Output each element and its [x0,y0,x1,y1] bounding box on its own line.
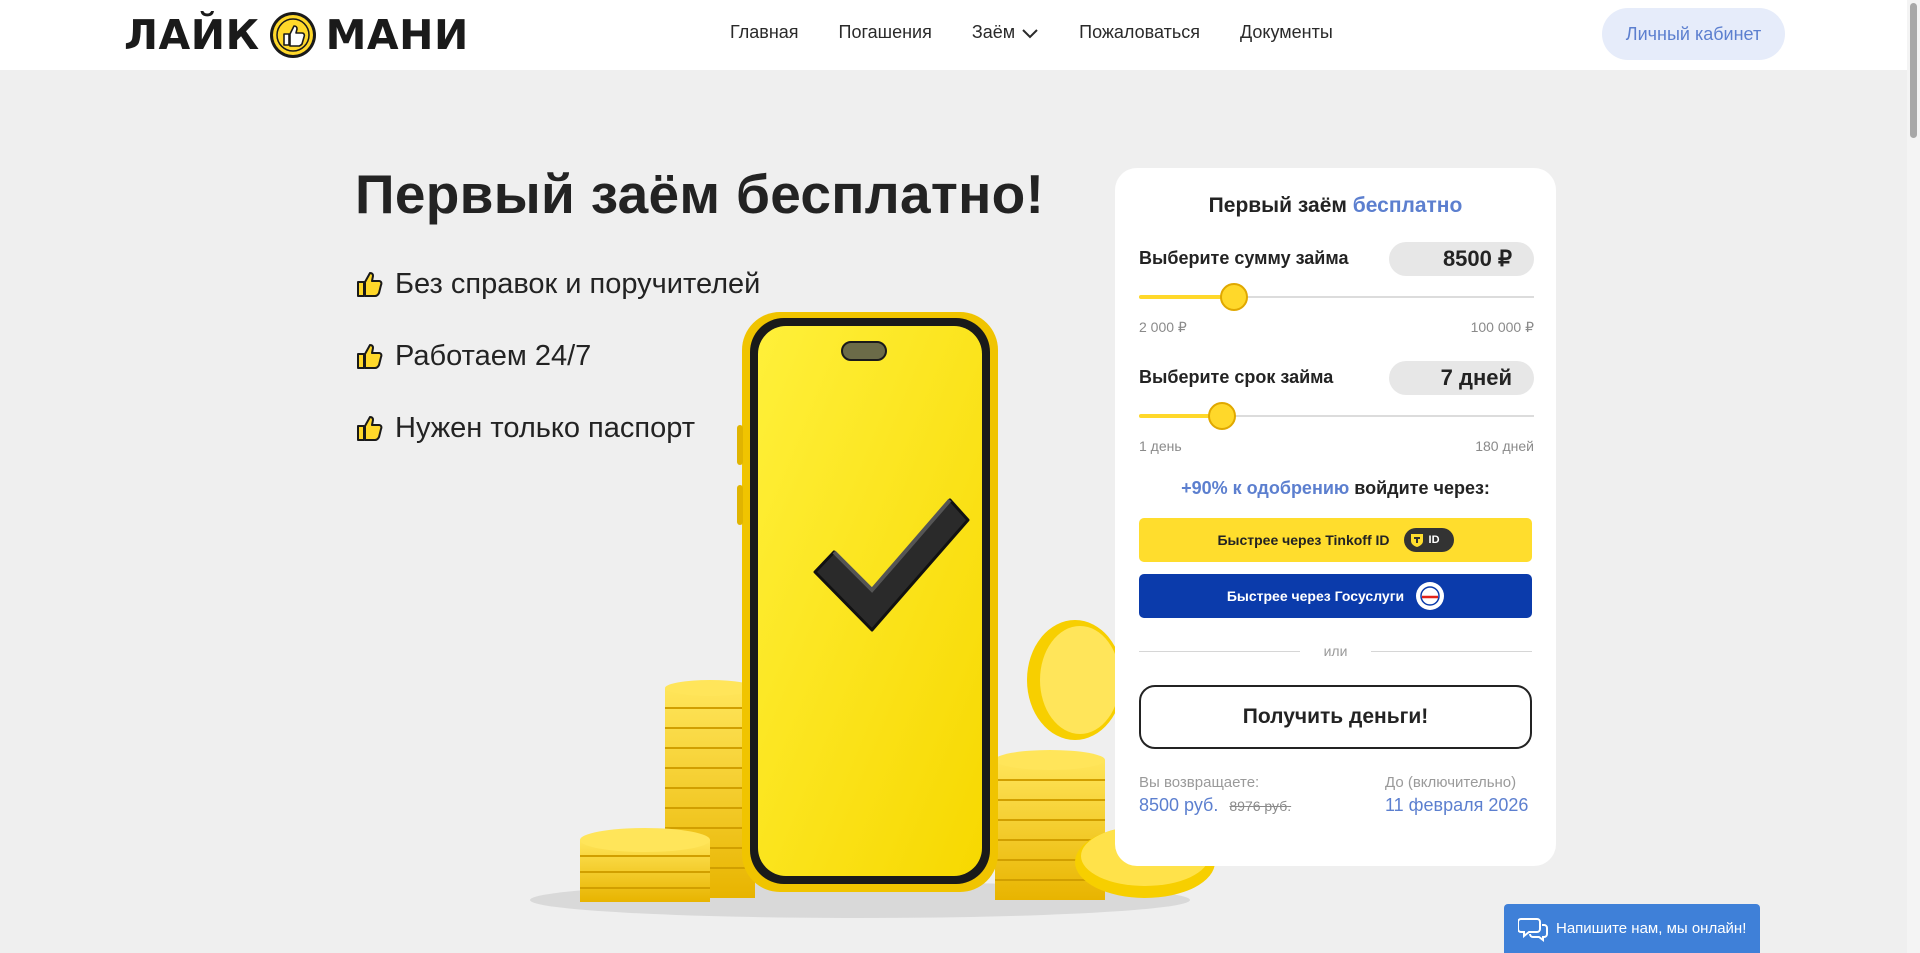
nav-item-home[interactable]: Главная [730,22,799,43]
return-amount-value: 8500 руб. [1139,795,1219,815]
gosuslugi-logo-icon [1420,586,1440,606]
amount-range-labels: 2 000 ₽ 100 000 ₽ [1139,319,1534,336]
logo-text-right: МАНИ [325,11,469,59]
feature-item: Без справок и поручителей [355,268,760,300]
chat-widget-button[interactable]: Напишите нам, мы онлайн! [1504,904,1760,953]
gosuslugi-label: Быстрее через Госуслуги [1226,588,1405,604]
return-amount-label: Вы возвращаете: [1139,774,1260,791]
term-range-labels: 1 день 180 дней [1139,438,1534,454]
term-max-label: 180 дней [1475,438,1534,454]
hero-title: Первый заём бесплатно! [355,163,1045,225]
amount-label: Выберите сумму займа [1139,248,1349,268]
term-min-label: 1 день [1139,438,1182,454]
thumbs-up-icon [357,344,383,369]
page-scrollbar-thumb[interactable] [1910,3,1917,138]
logo-text-left: ЛАЙК [124,11,260,59]
approval-accent: +90% к одобрению [1181,478,1350,498]
chevron-down-icon [1022,28,1038,38]
nav-item-loan[interactable]: Заём [972,22,1039,43]
main-nav: Главная Погашения Заём Пожаловаться Доку… [730,22,1373,43]
tinkoff-id-label: Быстрее через Tinkoff ID [1217,532,1390,548]
tinkoff-id-badge: ID [1403,528,1454,552]
tinkoff-shield-icon [1410,534,1423,547]
or-label: или [1323,643,1348,659]
divider-line [1371,650,1532,652]
loan-calculator-card: Первый заём бесплатно Выберите сумму зай… [1115,168,1556,866]
term-slider[interactable] [1139,401,1534,431]
thumbs-up-icon [357,272,383,297]
nav-item-documents[interactable]: Документы [1240,22,1333,43]
amount-max-label: 100 000 ₽ [1470,319,1534,335]
term-slider-handle[interactable] [1207,402,1236,430]
or-divider: или [1139,641,1532,661]
return-amount: 8500 руб. 8976 руб. [1139,795,1291,816]
term-label: Выберите срок займа [1139,367,1334,387]
get-money-button[interactable]: Получить деньги! [1139,685,1532,749]
term-value-input[interactable]: 7 дней [1389,361,1534,395]
return-amount-old: 8976 руб. [1229,798,1292,814]
card-title-accent: бесплатно [1352,194,1463,217]
return-date-label: До (включительно) [1385,774,1517,791]
tinkoff-id-badge-text: ID [1428,534,1440,546]
feature-text: Без справок и поручителей [395,267,761,300]
return-date-value: 11 февраля 2026 [1385,795,1529,815]
amount-value-input[interactable]: 8500 ₽ [1389,242,1534,276]
chat-bubbles-icon [1518,917,1548,942]
amount-slider-handle[interactable] [1219,283,1248,311]
personal-account-button[interactable]: Личный кабинет [1602,8,1785,60]
gosuslugi-icon [1416,582,1445,610]
logo[interactable]: ЛАЙК МАНИ [124,10,469,60]
approval-hint: +90% к одобрению войдите через: [1115,478,1556,499]
card-title-text: Первый заём [1208,194,1347,217]
amount-slider[interactable] [1139,282,1534,312]
gosuslugi-button[interactable]: Быстрее через Госуслуги [1139,574,1532,618]
page-scrollbar[interactable] [1907,0,1920,953]
site-header: ЛАЙК МАНИ Главная Погашения Заём Пожалов… [0,0,1920,70]
nav-item-loan-label: Заём [971,22,1016,42]
divider-line [1139,650,1300,652]
thumbs-up-coin-icon [269,12,316,58]
amount-min-label: 2 000 ₽ [1139,319,1187,335]
thumbs-up-icon [357,416,383,441]
chat-widget-label: Напишите нам, мы онлайн! [1556,920,1747,937]
nav-item-repayments[interactable]: Погашения [839,22,932,43]
card-title: Первый заём бесплатно [1115,194,1556,218]
nav-item-complain[interactable]: Пожаловаться [1079,22,1200,43]
tinkoff-id-button[interactable]: Быстрее через Tinkoff ID ID [1139,518,1532,562]
approval-text: войдите через: [1354,478,1490,498]
